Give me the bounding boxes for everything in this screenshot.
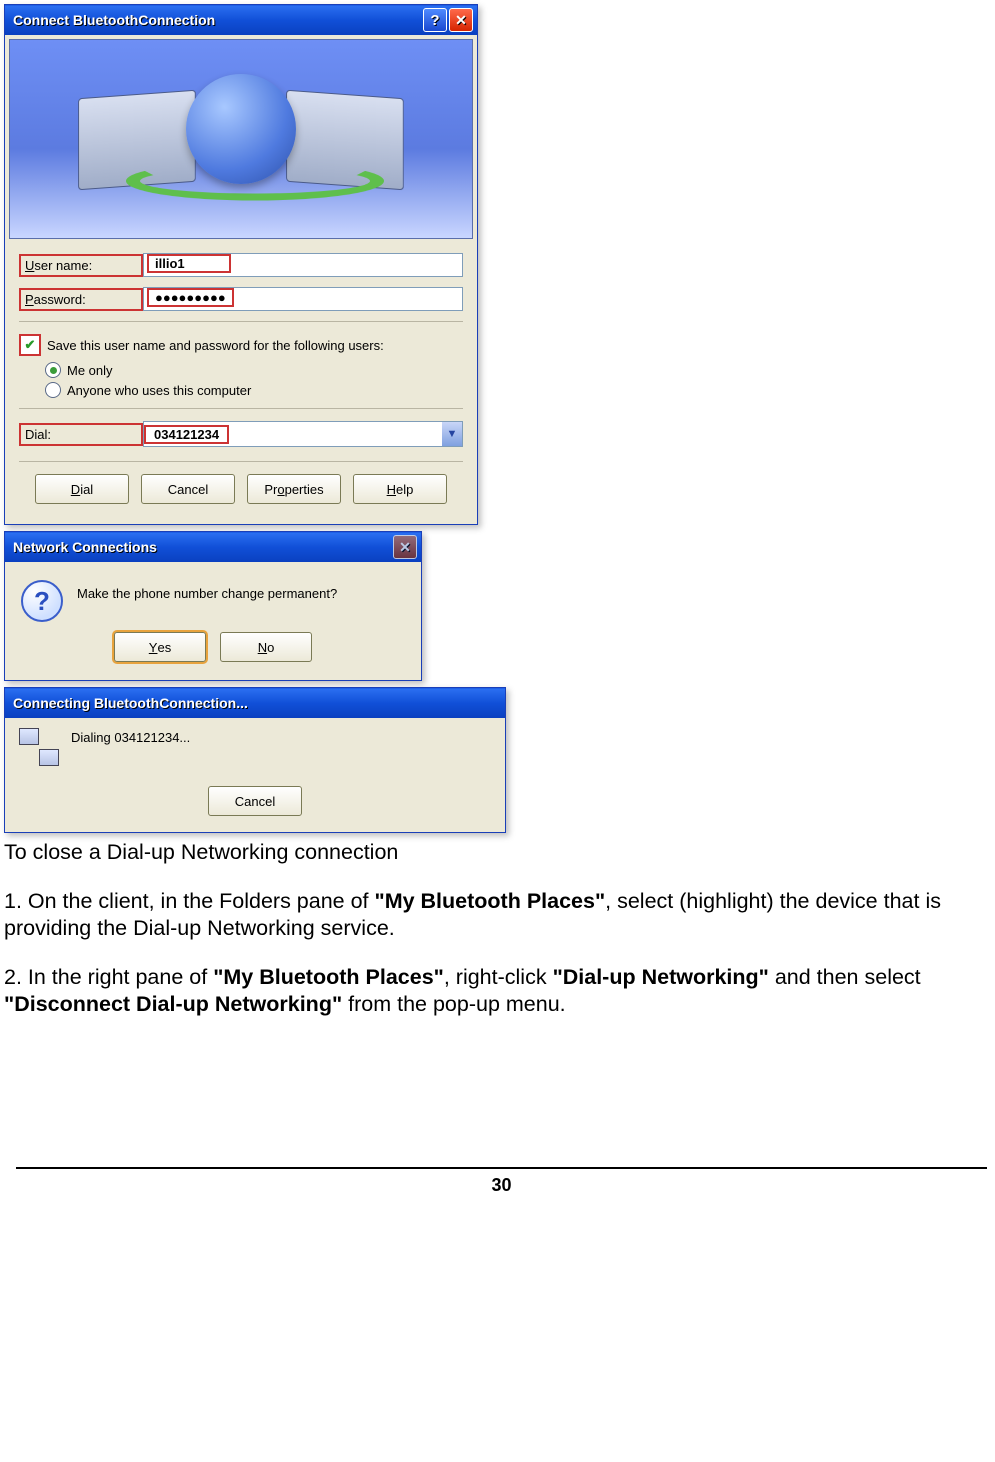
network-globe-icon: [81, 64, 401, 214]
username-input[interactable]: illio1: [143, 253, 463, 277]
yes-button[interactable]: Yes: [114, 632, 206, 662]
progress-dialog: Connecting BluetoothConnection... Dialin…: [4, 687, 506, 833]
question-icon: ?: [21, 580, 63, 622]
dialing-icon: [19, 728, 59, 766]
progress-title: Connecting BluetoothConnection...: [13, 695, 501, 711]
properties-button[interactable]: Properties: [247, 474, 341, 504]
page-divider: [16, 1167, 987, 1169]
help-button[interactable]: Help: [353, 474, 447, 504]
progress-message: Dialing 034121234...: [71, 728, 190, 766]
dial-value: 034121234: [144, 425, 229, 444]
chevron-down-icon[interactable]: ▼: [442, 422, 462, 446]
radio-anyone[interactable]: [45, 382, 61, 398]
help-icon[interactable]: ?: [423, 8, 447, 32]
instruction-heading: To close a Dial-up Networking connection: [4, 839, 989, 866]
progress-titlebar[interactable]: Connecting BluetoothConnection...: [5, 688, 505, 718]
dial-combobox[interactable]: 034121234 ▼: [143, 421, 463, 447]
close-icon[interactable]: ✕: [393, 535, 417, 559]
progress-cancel-button[interactable]: Cancel: [208, 786, 302, 816]
instruction-step-2: 2. In the right pane of "My Bluetooth Pl…: [4, 964, 989, 1018]
connection-banner: [9, 39, 473, 239]
username-label: User name:: [19, 254, 143, 277]
radio-me-only-label: Me only: [67, 363, 113, 378]
radio-me-only[interactable]: [45, 362, 61, 378]
cancel-button[interactable]: Cancel: [141, 474, 235, 504]
password-value: ●●●●●●●●●: [147, 288, 234, 307]
save-credentials-label: Save this user name and password for the…: [47, 338, 384, 353]
close-icon[interactable]: ✕: [449, 8, 473, 32]
save-credentials-checkbox[interactable]: ✔: [19, 334, 41, 356]
password-label: Password:: [19, 288, 143, 311]
page-number: 30: [4, 1175, 995, 1206]
confirm-dialog: Network Connections ✕ ? Make the phone n…: [4, 531, 422, 681]
instruction-text: To close a Dial-up Networking connection…: [4, 839, 989, 1017]
connect-title: Connect BluetoothConnection: [13, 12, 421, 28]
confirm-titlebar[interactable]: Network Connections ✕: [5, 532, 421, 562]
dial-label: Dial:: [19, 423, 143, 446]
username-value: illio1: [147, 254, 231, 273]
confirm-title: Network Connections: [13, 539, 391, 555]
confirm-message: Make the phone number change permanent?: [77, 580, 337, 622]
password-input[interactable]: ●●●●●●●●●: [143, 287, 463, 311]
no-button[interactable]: No: [220, 632, 312, 662]
instruction-step-1: 1. On the client, in the Folders pane of…: [4, 888, 989, 942]
radio-anyone-label: Anyone who uses this computer: [67, 383, 251, 398]
connect-dialog: Connect BluetoothConnection ? ✕ User nam…: [4, 4, 478, 525]
dial-button[interactable]: Dial: [35, 474, 129, 504]
connect-titlebar[interactable]: Connect BluetoothConnection ? ✕: [5, 5, 477, 35]
